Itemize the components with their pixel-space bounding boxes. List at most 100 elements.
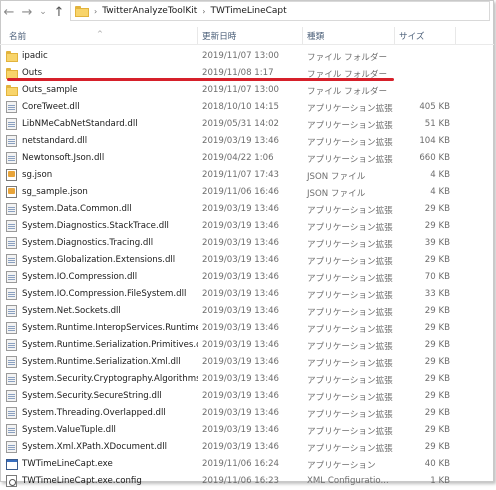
file-row[interactable]: sg_sample.json 2019/11/06 16:46 JSON ファイル 4… xyxy=(0,184,494,201)
json-icon xyxy=(6,186,17,198)
file-type: アプリケーション拡張 xyxy=(307,410,393,420)
file-name: TWTimeLineCapt.exe xyxy=(22,459,113,469)
file-type: アプリケーション拡張 xyxy=(307,104,393,114)
file-type: アプリケーション拡張 xyxy=(307,223,393,233)
column-divider[interactable] xyxy=(394,27,395,44)
breadcrumb[interactable]: › TwitterAnalyzeToolKit › TWTimeLineCapt xyxy=(70,1,490,21)
file-row[interactable]: System.Data.Common.dll 2019/03/19 13:46 アプ… xyxy=(0,201,494,218)
up-button[interactable]: ↑ xyxy=(50,2,68,22)
recent-locations-dropdown[interactable]: ⌄ xyxy=(36,2,50,22)
file-row[interactable]: System.Xml.XPath.XDocument.dll 2019/03/19… xyxy=(0,439,494,456)
dll-icon xyxy=(6,305,17,317)
file-size: 70 KB xyxy=(424,272,450,282)
breadcrumb-item-twitteranalyzetoolkit[interactable]: TwitterAnalyzeToolKit xyxy=(102,6,197,16)
file-size: 33 KB xyxy=(424,289,450,299)
file-row[interactable]: System.Runtime.Serialization.Primitives.… xyxy=(0,337,494,354)
file-type: アプリケーション拡張 xyxy=(307,121,393,131)
file-type: アプリケーション拡張 xyxy=(307,155,393,165)
column-divider[interactable] xyxy=(302,27,303,44)
column-header-date[interactable]: 更新日時 xyxy=(202,30,236,42)
back-button[interactable]: ← xyxy=(0,2,18,22)
dll-icon xyxy=(6,424,17,436)
file-row[interactable]: ipadic 2019/11/07 13:00 ファイル フォルダー xyxy=(0,48,494,65)
file-row[interactable]: System.Runtime.Serialization.Xml.dll 2019… xyxy=(0,354,494,371)
file-row[interactable]: System.IO.Compression.dll 2019/03/19 13:4… xyxy=(0,269,494,286)
forward-button[interactable]: → xyxy=(18,2,36,22)
file-size: 29 KB xyxy=(424,374,450,384)
file-row[interactable]: System.Globalization.Extensions.dll 2019/… xyxy=(0,252,494,269)
file-row[interactable]: System.IO.Compression.FileSystem.dll 2019… xyxy=(0,286,494,303)
file-type: XML Configuratio... xyxy=(307,476,389,486)
folder-icon xyxy=(6,85,18,96)
file-size: 29 KB xyxy=(424,391,450,401)
annotation-underline xyxy=(7,78,394,81)
file-type: アプリケーション拡張 xyxy=(307,240,393,250)
file-date: 2019/03/19 13:46 xyxy=(202,272,280,282)
file-type: ファイル フォルダー xyxy=(307,87,388,97)
file-name: Newtonsoft.Json.dll xyxy=(22,153,105,163)
file-size: 39 KB xyxy=(424,238,450,248)
file-date: 2019/11/06 16:23 xyxy=(202,476,280,486)
dll-icon xyxy=(6,407,17,419)
breadcrumb-item-twtimelinecapt[interactable]: TWTimeLineCapt xyxy=(210,6,286,16)
file-row[interactable]: System.Security.SecureString.dll 2019/03/… xyxy=(0,388,494,405)
file-size: 29 KB xyxy=(424,408,450,418)
file-type: アプリケーション xyxy=(307,461,376,471)
file-name: Outs xyxy=(22,68,43,78)
file-row[interactable]: LibNMeCabNetStandard.dll 2019/05/31 14:02… xyxy=(0,116,494,133)
file-row[interactable]: System.Diagnostics.StackTrace.dll 2019/03… xyxy=(0,218,494,235)
file-type: JSON ファイル xyxy=(307,189,366,199)
dll-icon xyxy=(6,373,17,385)
file-date: 2019/03/19 13:46 xyxy=(202,255,280,265)
column-divider[interactable] xyxy=(197,27,198,44)
file-list: ipadic 2019/11/07 13:00 ファイル フォルダー Outs 2019… xyxy=(0,48,494,490)
file-name: System.Diagnostics.Tracing.dll xyxy=(22,238,154,248)
file-name: System.IO.Compression.dll xyxy=(22,272,138,282)
file-type: JSON ファイル xyxy=(307,172,366,182)
file-name: TWTimeLineCapt.exe.config xyxy=(22,476,142,486)
file-date: 2019/04/22 1:06 xyxy=(202,153,274,163)
file-name: System.Net.Sockets.dll xyxy=(22,306,121,316)
file-name: sg.json xyxy=(22,170,53,180)
file-name: System.Threading.Overlapped.dll xyxy=(22,408,166,418)
file-row[interactable]: System.Runtime.InteropServices.Runtimel.… xyxy=(0,320,494,337)
dll-icon xyxy=(6,254,17,266)
column-header-size[interactable]: サイズ xyxy=(399,30,425,42)
file-name: System.Security.SecureString.dll xyxy=(22,391,162,401)
file-size: 4 KB xyxy=(430,170,450,180)
file-row[interactable]: Outs_sample 2019/11/07 13:00 ファイル フォルダー xyxy=(0,82,494,99)
breadcrumb-separator[interactable]: › xyxy=(202,7,205,16)
file-row[interactable]: TWTimeLineCapt.exe 2019/11/06 16:24 アプリケーシ… xyxy=(0,456,494,473)
file-row[interactable]: System.Threading.Overlapped.dll 2019/03/1… xyxy=(0,405,494,422)
column-divider[interactable] xyxy=(455,27,456,44)
file-name: ipadic xyxy=(22,51,48,61)
file-date: 2019/03/19 13:46 xyxy=(202,425,280,435)
dll-icon xyxy=(6,288,17,300)
file-type: アプリケーション拡張 xyxy=(307,138,393,148)
file-date: 2019/03/19 13:46 xyxy=(202,306,280,316)
config-icon xyxy=(6,475,17,487)
file-name: netstandard.dll xyxy=(22,136,88,146)
file-row[interactable]: System.Diagnostics.Tracing.dll 2019/03/19… xyxy=(0,235,494,252)
file-row[interactable]: TWTimeLineCapt.exe.config 2019/11/06 16:2… xyxy=(0,473,494,490)
file-name: LibNMeCabNetStandard.dll xyxy=(22,119,138,129)
file-row[interactable]: CoreTweet.dll 2018/10/10 14:15 アプリケーション拡張 4… xyxy=(0,99,494,116)
file-date: 2019/03/19 13:46 xyxy=(202,391,280,401)
file-name: CoreTweet.dll xyxy=(22,102,80,112)
file-size: 29 KB xyxy=(424,204,450,214)
dll-icon xyxy=(6,441,17,453)
dll-icon xyxy=(6,101,17,113)
file-row[interactable]: netstandard.dll 2019/03/19 13:46 アプリケーション拡… xyxy=(0,133,494,150)
file-name: System.Diagnostics.StackTrace.dll xyxy=(22,221,169,231)
column-header-name[interactable]: 名前 xyxy=(9,30,26,42)
breadcrumb-separator[interactable]: › xyxy=(94,7,97,16)
file-row[interactable]: System.ValueTuple.dll 2019/03/19 13:46 アプリ… xyxy=(0,422,494,439)
file-row[interactable]: sg.json 2019/11/07 17:43 JSON ファイル 4 KB xyxy=(0,167,494,184)
column-header-type[interactable]: 種類 xyxy=(307,30,324,42)
file-row[interactable]: System.Security.Cryptography.Algorithms.… xyxy=(0,371,494,388)
file-row[interactable]: System.Net.Sockets.dll 2019/03/19 13:46 アプ… xyxy=(0,303,494,320)
file-row[interactable]: Newtonsoft.Json.dll 2019/04/22 1:06 アプリケーシ… xyxy=(0,150,494,167)
file-name: System.Globalization.Extensions.dll xyxy=(22,255,176,265)
file-name: System.Runtime.InteropServices.Runtimel.… xyxy=(22,323,198,333)
file-date: 2019/03/19 13:46 xyxy=(202,374,280,384)
